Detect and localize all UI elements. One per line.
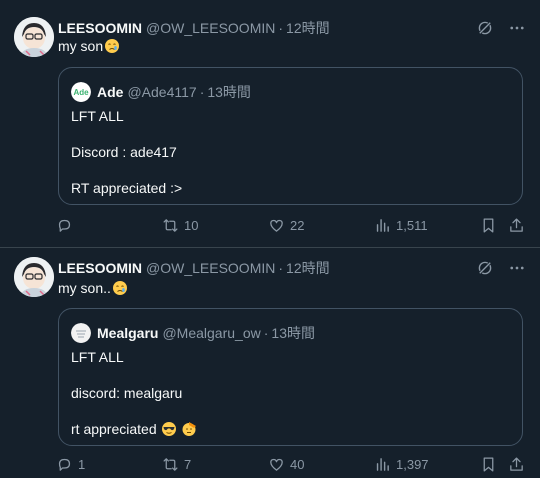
separator-dot: ·	[278, 20, 284, 36]
like-count: 22	[290, 218, 305, 233]
like-count: 40	[290, 457, 305, 472]
svg-text:Ade: Ade	[73, 88, 89, 97]
quoted-tweet-header: Mealgaru @Mealgaru_ow · 13時間	[71, 323, 315, 343]
crying-face-emoji	[104, 38, 120, 54]
quoted-tweet[interactable]: Mealgaru @Mealgaru_ow · 13時間 LFT ALL dis…	[58, 308, 523, 446]
tweet-text: my son..	[58, 280, 128, 296]
like-icon	[268, 456, 285, 473]
tweet[interactable]: LEESOOMIN @OW_LEESOOMIN · 12時間 my son Ad…	[0, 0, 540, 248]
crying-face-emoji	[112, 280, 128, 296]
quoted-author-handle[interactable]: @Mealgaru_ow	[162, 325, 260, 341]
quoted-text-line: Discord : ade417	[71, 144, 177, 160]
grok-icon[interactable]	[476, 19, 494, 37]
reply-count: 1	[78, 457, 86, 472]
author-handle[interactable]: @OW_LEESOOMIN	[146, 20, 275, 36]
tweet-header: LEESOOMIN @OW_LEESOOMIN · 12時間	[58, 18, 330, 38]
quoted-author-name[interactable]: Mealgaru	[97, 325, 158, 341]
more-icon[interactable]	[508, 19, 526, 37]
separator-dot: ·	[263, 325, 269, 341]
quoted-author-handle[interactable]: @Ade4117	[127, 84, 196, 100]
views-icon	[374, 217, 391, 234]
bookmark-icon	[480, 456, 497, 473]
bookmark-button[interactable]	[480, 217, 497, 234]
retweet-icon	[162, 217, 179, 234]
quoted-timestamp[interactable]: 13時間	[271, 323, 315, 343]
tweet-actions: 1 7 40 1,397	[56, 456, 526, 476]
quoted-text-line: LFT ALL	[71, 108, 124, 124]
like-icon	[268, 217, 285, 234]
share-button[interactable]	[508, 217, 525, 234]
more-icon[interactable]	[508, 259, 526, 277]
views-button[interactable]: 1,511	[374, 217, 428, 234]
timestamp[interactable]: 12時間	[286, 18, 330, 38]
retweet-count: 10	[184, 218, 199, 233]
author-name[interactable]: LEESOOMIN	[58, 20, 142, 36]
bookmark-button[interactable]	[480, 456, 497, 473]
timestamp[interactable]: 12時間	[286, 258, 330, 278]
like-button[interactable]: 22	[268, 217, 304, 234]
timeline-feed: LEESOOMIN @OW_LEESOOMIN · 12時間 my son Ad…	[0, 0, 540, 478]
author-name[interactable]: LEESOOMIN	[58, 260, 142, 276]
views-icon	[374, 456, 391, 473]
share-button[interactable]	[508, 456, 525, 473]
share-icon	[508, 456, 525, 473]
share-icon	[508, 217, 525, 234]
like-button[interactable]: 40	[268, 456, 304, 473]
quoted-avatar[interactable]: Ade	[71, 82, 91, 102]
avatar[interactable]	[14, 257, 54, 297]
saluting-face-emoji	[181, 421, 197, 437]
author-handle[interactable]: @OW_LEESOOMIN	[146, 260, 275, 276]
grok-icon[interactable]	[476, 259, 494, 277]
reply-button[interactable]: 1	[56, 456, 85, 473]
reply-icon	[56, 456, 73, 473]
views-button[interactable]: 1,397	[374, 456, 429, 473]
tweet-top-actions	[476, 19, 526, 37]
quoted-text-line: discord: mealgaru	[71, 385, 183, 401]
quoted-tweet-header: Ade Ade @Ade4117 · 13時間	[71, 82, 251, 102]
quoted-author-name[interactable]: Ade	[97, 84, 123, 100]
tweet-header: LEESOOMIN @OW_LEESOOMIN · 12時間	[58, 258, 330, 278]
retweet-button[interactable]: 7	[162, 456, 191, 473]
quoted-text-content: rt appreciated	[71, 421, 157, 437]
bookmark-icon	[480, 217, 497, 234]
tweet-actions: 10 22 1,511	[56, 217, 526, 237]
tweet-text: my son	[58, 38, 120, 54]
quoted-text-line: LFT ALL	[71, 349, 124, 365]
reply-button[interactable]	[56, 217, 78, 234]
quoted-tweet[interactable]: Ade Ade @Ade4117 · 13時間 LFT ALL Discord …	[58, 67, 523, 205]
retweet-button[interactable]: 10	[162, 217, 198, 234]
tweet[interactable]: LEESOOMIN @OW_LEESOOMIN · 12時間 my son..	[0, 248, 540, 478]
tweet-top-actions	[476, 259, 526, 277]
tweet-text-content: my son..	[58, 280, 111, 296]
separator-dot: ·	[199, 84, 205, 100]
avatar[interactable]	[14, 17, 54, 57]
retweet-count: 7	[184, 457, 192, 472]
quoted-avatar[interactable]	[71, 323, 91, 343]
sunglasses-face-emoji	[161, 421, 177, 437]
separator-dot: ·	[278, 260, 284, 276]
quoted-text-line: RT appreciated :>	[71, 180, 183, 196]
quoted-text-line: rt appreciated	[71, 421, 197, 437]
views-count: 1,397	[396, 457, 429, 472]
views-count: 1,511	[396, 218, 428, 233]
quoted-timestamp[interactable]: 13時間	[207, 82, 251, 102]
reply-icon	[56, 217, 73, 234]
tweet-text-content: my son	[58, 38, 104, 54]
retweet-icon	[162, 456, 179, 473]
